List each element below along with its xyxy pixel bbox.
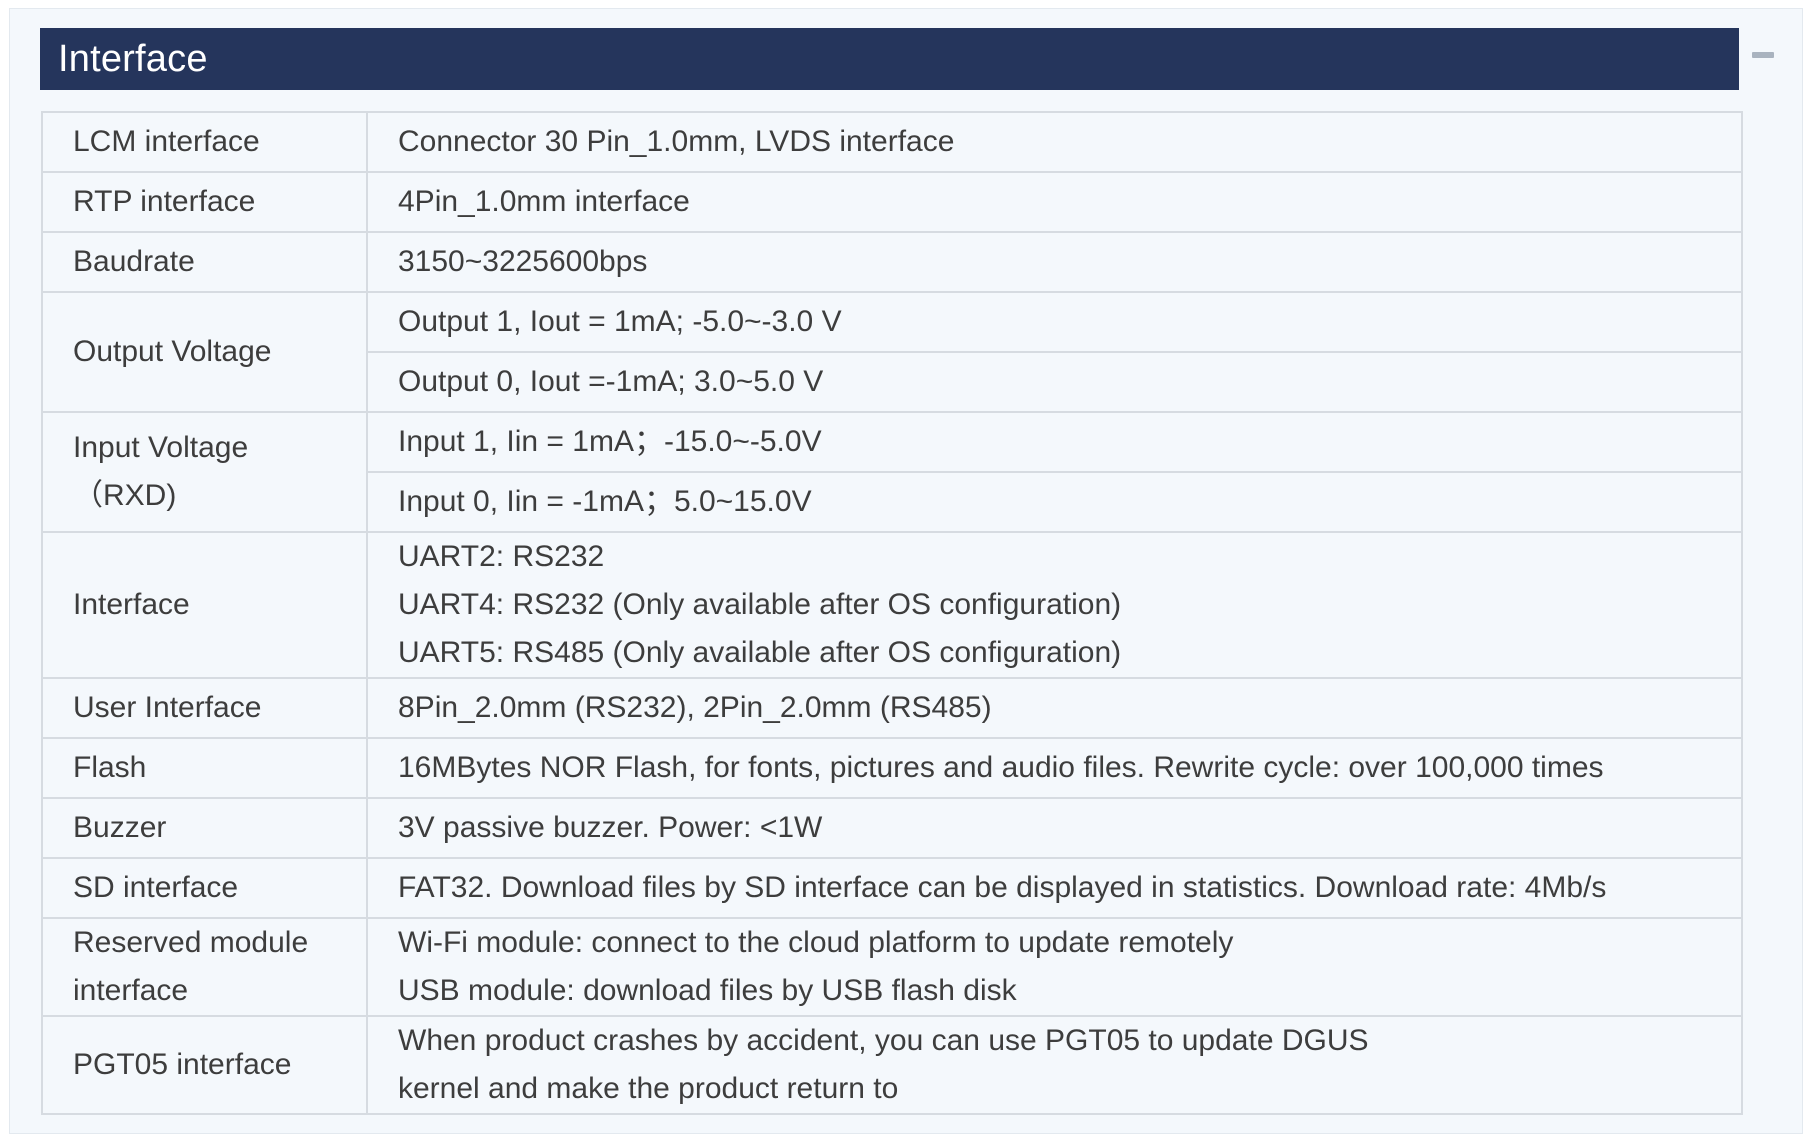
row-value: Output 1, Iout = 1mA; -5.0~-3.0 V xyxy=(366,291,1743,353)
row-label: LCM interface xyxy=(41,111,368,173)
row-value: Input 0, Iin = -1mA；5.0~15.0V xyxy=(366,471,1743,533)
row-value: Wi-Fi module: connect to the cloud platf… xyxy=(366,917,1743,1017)
row-value: 3V passive buzzer. Power: <1W xyxy=(366,797,1743,859)
value-line: UART5: RS485 (Only available after OS co… xyxy=(398,636,1122,669)
row-label-line: Input Voltage xyxy=(73,431,249,464)
row-label-line: Reserved module xyxy=(73,926,309,959)
row-label: Buzzer xyxy=(41,797,368,859)
table-row-baudrate: Baudrate 3150~3225600bps xyxy=(41,231,1743,293)
row-value: 3150~3225600bps xyxy=(366,231,1743,293)
row-value: Input 1, Iin = 1mA；-15.0~-5.0V xyxy=(366,411,1743,473)
section-title: Interface xyxy=(58,38,208,80)
row-label: Interface xyxy=(41,531,368,679)
row-value: 4Pin_1.0mm interface xyxy=(366,171,1743,233)
row-label: Output Voltage xyxy=(41,291,368,413)
value-line: UART4: RS232 (Only available after OS co… xyxy=(398,588,1122,621)
value-line: UART2: RS232 xyxy=(398,540,605,573)
table-row-sd: SD interface FAT32. Download files by SD… xyxy=(41,857,1743,919)
table-row-lcm: LCM interface Connector 30 Pin_1.0mm, LV… xyxy=(41,111,1743,173)
row-label-line: interface xyxy=(73,974,189,1007)
row-value: 8Pin_2.0mm (RS232), 2Pin_2.0mm (RS485) xyxy=(366,677,1743,739)
value-line: kernel and make the product return to xyxy=(398,1072,899,1105)
row-label: RTP interface xyxy=(41,171,368,233)
value-line: When product crashes by accident, you ca… xyxy=(398,1024,1369,1057)
row-label: User Interface xyxy=(41,677,368,739)
table-row-input-voltage-1: Input Voltage （RXD) Input 1, Iin = 1mA；-… xyxy=(41,411,1743,533)
table-row-output-voltage-1: Output Voltage Output 1, Iout = 1mA; -5.… xyxy=(41,291,1743,413)
row-label: PGT05 interface xyxy=(41,1015,368,1115)
value-line: USB module: download files by USB flash … xyxy=(398,974,1017,1007)
row-label-line: （RXD) xyxy=(73,479,177,512)
table-row-interface: Interface UART2: RS232 UART4: RS232 (Onl… xyxy=(41,531,1743,679)
collapse-minus-icon[interactable] xyxy=(1752,52,1774,58)
table-row-reserved: Reserved module interface Wi-Fi module: … xyxy=(41,917,1743,1017)
row-value: When product crashes by accident, you ca… xyxy=(366,1015,1743,1115)
row-value: FAT32. Download files by SD interface ca… xyxy=(366,857,1743,919)
row-label: Baudrate xyxy=(41,231,368,293)
row-value: Connector 30 Pin_1.0mm, LVDS interface xyxy=(366,111,1743,173)
value-line: Wi-Fi module: connect to the cloud platf… xyxy=(398,926,1234,959)
table-row-flash: Flash 16MBytes NOR Flash, for fonts, pic… xyxy=(41,737,1743,799)
spec-table: LCM interface Connector 30 Pin_1.0mm, LV… xyxy=(41,111,1743,1115)
table-row-pgt05: PGT05 interface When product crashes by … xyxy=(41,1015,1743,1115)
row-label: SD interface xyxy=(41,857,368,919)
row-value: UART2: RS232 UART4: RS232 (Only availabl… xyxy=(366,531,1743,679)
row-label: Reserved module interface xyxy=(41,917,368,1017)
row-value: 16MBytes NOR Flash, for fonts, pictures … xyxy=(366,737,1743,799)
table-row-rtp: RTP interface 4Pin_1.0mm interface xyxy=(41,171,1743,233)
row-label: Flash xyxy=(41,737,368,799)
table-row-user-interface: User Interface 8Pin_2.0mm (RS232), 2Pin_… xyxy=(41,677,1743,739)
row-value: Output 0, Iout =-1mA; 3.0~5.0 V xyxy=(366,351,1743,413)
table-row-buzzer: Buzzer 3V passive buzzer. Power: <1W xyxy=(41,797,1743,859)
section-header: Interface xyxy=(40,28,1739,90)
row-label: Input Voltage （RXD) xyxy=(41,411,368,533)
